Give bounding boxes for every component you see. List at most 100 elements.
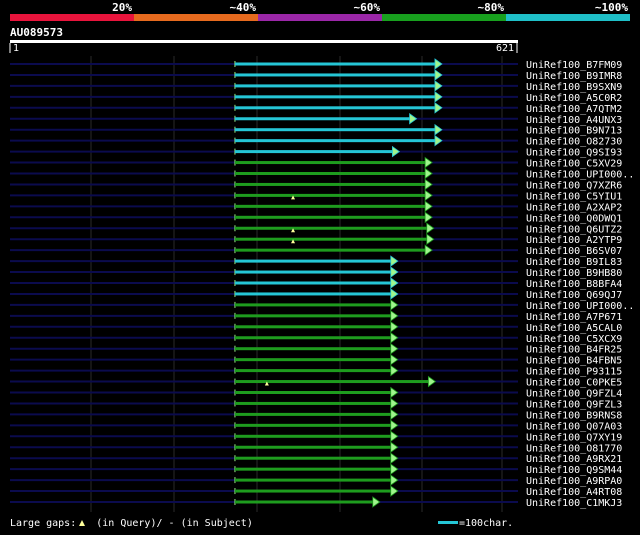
hit-row[interactable]: UniRef100_A9RPA0 bbox=[10, 474, 622, 487]
hit-row[interactable]: UniRef100_O82730 bbox=[10, 134, 622, 148]
hit-row[interactable]: UniRef100_Q9SI93 bbox=[10, 145, 622, 159]
hit-row[interactable]: UniRef100_Q9FZL4 bbox=[10, 386, 622, 400]
hit-row[interactable]: UniRef100_C5YIU1 bbox=[10, 189, 622, 202]
hit-row[interactable]: UniRef100_A4RT08 bbox=[10, 485, 622, 498]
hit-label[interactable]: UniRef100_B9N713 bbox=[526, 126, 622, 137]
hit-bar[interactable] bbox=[234, 204, 428, 208]
hit-row[interactable]: UniRef100_C5XCX9 bbox=[10, 331, 622, 345]
hit-label[interactable]: UniRef100_Q6UTZ2 bbox=[526, 224, 622, 235]
hit-label[interactable]: UniRef100_UPI000.. bbox=[526, 301, 634, 312]
hit-bar[interactable] bbox=[234, 456, 393, 460]
hit-row[interactable]: UniRef100_B7FM09 bbox=[10, 58, 622, 71]
hit-label[interactable]: UniRef100_A4RT08 bbox=[526, 487, 622, 498]
hit-bar[interactable] bbox=[234, 182, 428, 186]
hit-bar[interactable] bbox=[234, 336, 393, 340]
hit-row[interactable]: UniRef100_B9SXN9 bbox=[10, 80, 622, 93]
hit-row[interactable]: UniRef100_B8BFA4 bbox=[10, 277, 622, 290]
hit-bar[interactable] bbox=[234, 358, 393, 362]
hit-label[interactable]: UniRef100_A5C0R2 bbox=[526, 93, 622, 104]
hit-bar[interactable] bbox=[234, 325, 393, 329]
hit-row[interactable]: UniRef100_Q7XY19 bbox=[10, 430, 622, 443]
hit-label[interactable]: UniRef100_B9HB80 bbox=[526, 268, 622, 279]
hit-label[interactable]: UniRef100_A9RX21 bbox=[526, 454, 622, 465]
hit-label[interactable]: UniRef100_B8BFA4 bbox=[526, 279, 622, 290]
hit-row[interactable]: UniRef100_UPI000.. bbox=[10, 167, 634, 181]
hit-row[interactable]: UniRef100_P93115 bbox=[10, 364, 622, 378]
hit-bar[interactable] bbox=[234, 84, 437, 88]
hit-label[interactable]: UniRef100_C5XV29 bbox=[526, 159, 622, 170]
hit-bar[interactable] bbox=[234, 292, 393, 296]
hit-row[interactable]: UniRef100_A7P671 bbox=[10, 310, 622, 323]
hit-bar[interactable] bbox=[234, 270, 393, 274]
hit-label[interactable]: UniRef100_C1MKJ3 bbox=[526, 498, 622, 509]
hit-label[interactable]: UniRef100_Q7XY19 bbox=[526, 432, 622, 443]
hit-label[interactable]: UniRef100_C5YIU1 bbox=[526, 191, 622, 202]
hit-label[interactable]: UniRef100_Q9SM44 bbox=[526, 465, 622, 476]
hit-bar[interactable] bbox=[234, 391, 393, 394]
hit-label[interactable]: UniRef100_A5CAL0 bbox=[526, 323, 622, 334]
hit-row[interactable]: UniRef100_B6SV07 bbox=[10, 244, 622, 257]
hit-row[interactable]: UniRef100_A5CAL0 bbox=[10, 321, 622, 334]
hit-label[interactable]: UniRef100_B9IMR8 bbox=[526, 71, 622, 82]
hit-row[interactable]: UniRef100_A5C0R2 bbox=[10, 91, 622, 104]
hit-bar[interactable] bbox=[234, 161, 428, 165]
hit-label[interactable]: UniRef100_B9IL83 bbox=[526, 257, 622, 268]
hit-label[interactable]: UniRef100_B4FR25 bbox=[526, 345, 622, 356]
hit-label[interactable]: UniRef100_A4UNX3 bbox=[526, 115, 622, 126]
hit-label[interactable]: UniRef100_B9RNS8 bbox=[526, 410, 622, 421]
hit-label[interactable]: UniRef100_A9RPA0 bbox=[526, 476, 622, 487]
hit-row[interactable]: UniRef100_Q07A03 bbox=[10, 419, 622, 432]
hit-row[interactable]: UniRef100_Q7XZR6 bbox=[10, 178, 622, 191]
hit-row[interactable]: UniRef100_C0PKE5 bbox=[10, 375, 622, 389]
hit-bar[interactable] bbox=[234, 467, 393, 471]
hit-row[interactable]: UniRef100_Q6UTZ2 bbox=[10, 222, 622, 235]
hit-label[interactable]: UniRef100_B7FM09 bbox=[526, 60, 622, 71]
hit-bar[interactable] bbox=[234, 369, 393, 373]
hit-label[interactable]: UniRef100_C0PKE5 bbox=[526, 378, 622, 389]
hit-bar[interactable] bbox=[234, 314, 393, 318]
hit-row[interactable]: UniRef100_A7QTM2 bbox=[10, 102, 622, 115]
hit-label[interactable]: UniRef100_C5XCX9 bbox=[526, 334, 622, 345]
hit-bar[interactable] bbox=[234, 237, 429, 241]
hit-label[interactable]: UniRef100_A7P671 bbox=[526, 312, 622, 323]
hit-row[interactable]: UniRef100_A9RX21 bbox=[10, 452, 622, 465]
hit-row[interactable]: UniRef100_B9IMR8 bbox=[10, 69, 622, 82]
hit-bar[interactable] bbox=[234, 380, 431, 384]
hit-row[interactable]: UniRef100_Q0DWQ1 bbox=[10, 211, 622, 224]
hit-row[interactable]: UniRef100_B9N713 bbox=[10, 123, 622, 137]
hit-bar[interactable] bbox=[234, 347, 393, 351]
hit-row[interactable]: UniRef100_A4UNX3 bbox=[10, 112, 622, 126]
hit-bar[interactable] bbox=[234, 281, 393, 285]
hit-bar[interactable] bbox=[234, 259, 393, 263]
hit-bar[interactable] bbox=[234, 303, 393, 307]
hit-row[interactable]: UniRef100_A2XAP2 bbox=[10, 200, 622, 213]
hit-label[interactable]: UniRef100_UPI000.. bbox=[526, 170, 634, 181]
hit-label[interactable]: UniRef100_B9SXN9 bbox=[526, 82, 622, 93]
hit-bar[interactable] bbox=[234, 226, 429, 230]
hit-bar[interactable] bbox=[234, 106, 437, 110]
hit-label[interactable]: UniRef100_Q69QJ7 bbox=[526, 290, 622, 301]
hit-row[interactable]: UniRef100_B4FR25 bbox=[10, 342, 622, 356]
hit-row[interactable]: UniRef100_Q69QJ7 bbox=[10, 288, 622, 301]
hit-row[interactable]: UniRef100_B9HB80 bbox=[10, 266, 622, 279]
hit-label[interactable]: UniRef100_Q9FZL4 bbox=[526, 389, 622, 400]
hit-label[interactable]: UniRef100_Q07A03 bbox=[526, 421, 622, 432]
hit-bar[interactable] bbox=[234, 423, 393, 427]
hit-bar[interactable] bbox=[234, 95, 437, 99]
hit-row[interactable]: UniRef100_C5XV29 bbox=[10, 156, 622, 170]
hit-label[interactable]: UniRef100_B4FBN5 bbox=[526, 356, 622, 367]
hit-bar[interactable] bbox=[234, 128, 437, 132]
hit-bar[interactable] bbox=[234, 62, 437, 66]
hit-bar[interactable] bbox=[234, 172, 428, 175]
hit-bar[interactable] bbox=[234, 248, 428, 252]
hit-row[interactable]: UniRef100_UPI000.. bbox=[10, 299, 634, 312]
hit-row[interactable]: UniRef100_C1MKJ3 bbox=[10, 496, 622, 509]
hit-bar[interactable] bbox=[234, 489, 393, 493]
hit-row[interactable]: UniRef100_Q9SM44 bbox=[10, 463, 622, 476]
hit-label[interactable]: UniRef100_Q7XZR6 bbox=[526, 180, 622, 191]
hit-bar[interactable] bbox=[234, 401, 393, 405]
hit-label[interactable]: UniRef100_Q9FZL3 bbox=[526, 399, 622, 410]
hit-label[interactable]: UniRef100_A2YTP9 bbox=[526, 235, 622, 246]
hit-row[interactable]: UniRef100_B4FBN5 bbox=[10, 353, 622, 367]
hit-label[interactable]: UniRef100_Q0DWQ1 bbox=[526, 213, 622, 224]
